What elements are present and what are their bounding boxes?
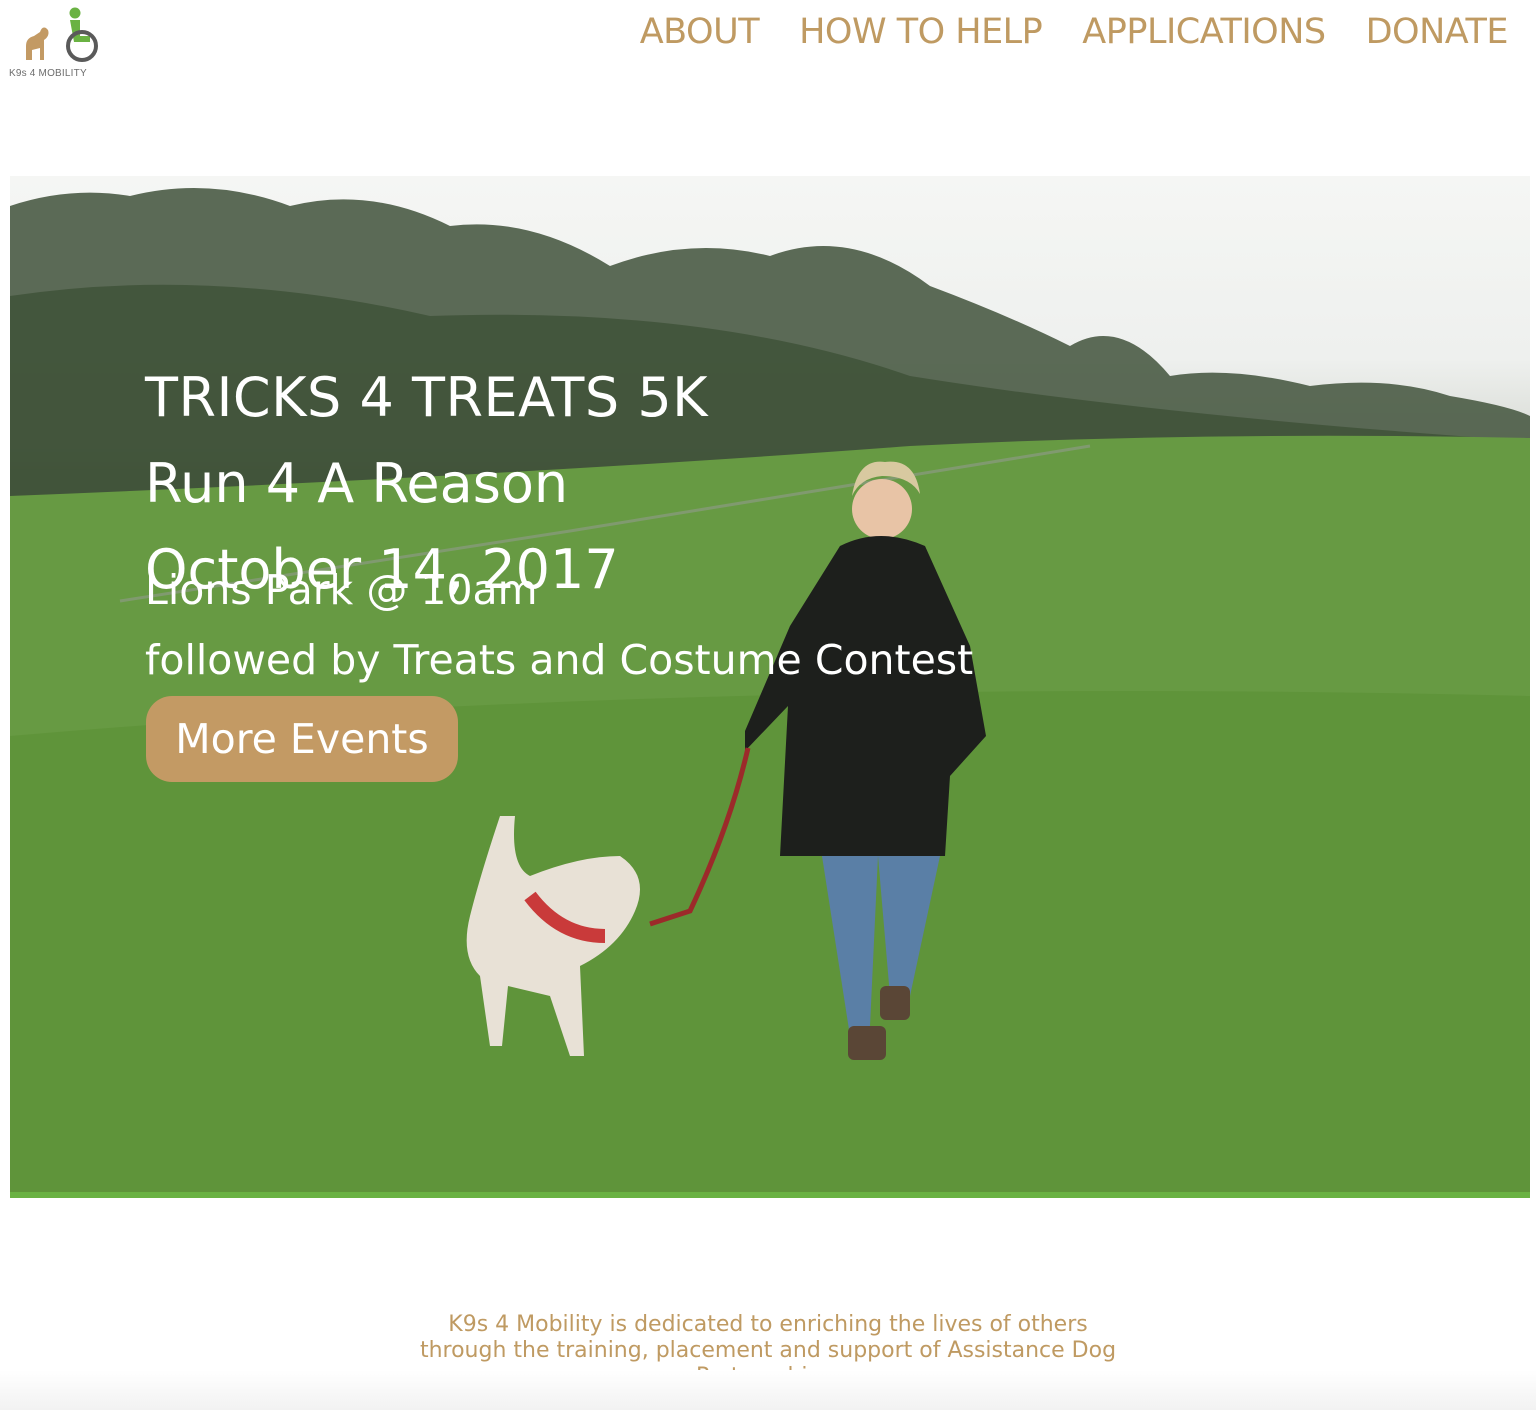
site-logo[interactable]: K9s 4 MOBILITY: [8, 6, 104, 82]
nav-applications[interactable]: APPLICATIONS: [1082, 10, 1326, 54]
more-events-button[interactable]: More Events: [146, 696, 458, 782]
event-subtitle: Run 4 A Reason: [145, 452, 569, 515]
nav-how-to-help[interactable]: HOW TO HELP: [799, 10, 1043, 54]
nav-about[interactable]: ABOUT: [640, 10, 760, 54]
hero-photo: [10, 188, 1530, 1192]
dog-wheelchair-logo-icon: [26, 7, 98, 62]
bottom-fade: [0, 1370, 1536, 1410]
logo-text: K9s 4 MOBILITY: [9, 68, 87, 79]
main-nav: ABOUT HOW TO HELP APPLICATIONS DONATE: [640, 10, 1509, 54]
event-location: Lions Park @ 10am: [145, 566, 538, 614]
nav-donate[interactable]: DONATE: [1366, 10, 1509, 54]
event-title: TRICKS 4 TREATS 5K: [145, 366, 709, 429]
hero-divider: [10, 1192, 1530, 1198]
hero-banner: TRICKS 4 TREATS 5K Run 4 A Reason Octobe…: [10, 176, 1530, 1192]
event-extras: followed by Treats and Costume Contest: [145, 636, 974, 684]
